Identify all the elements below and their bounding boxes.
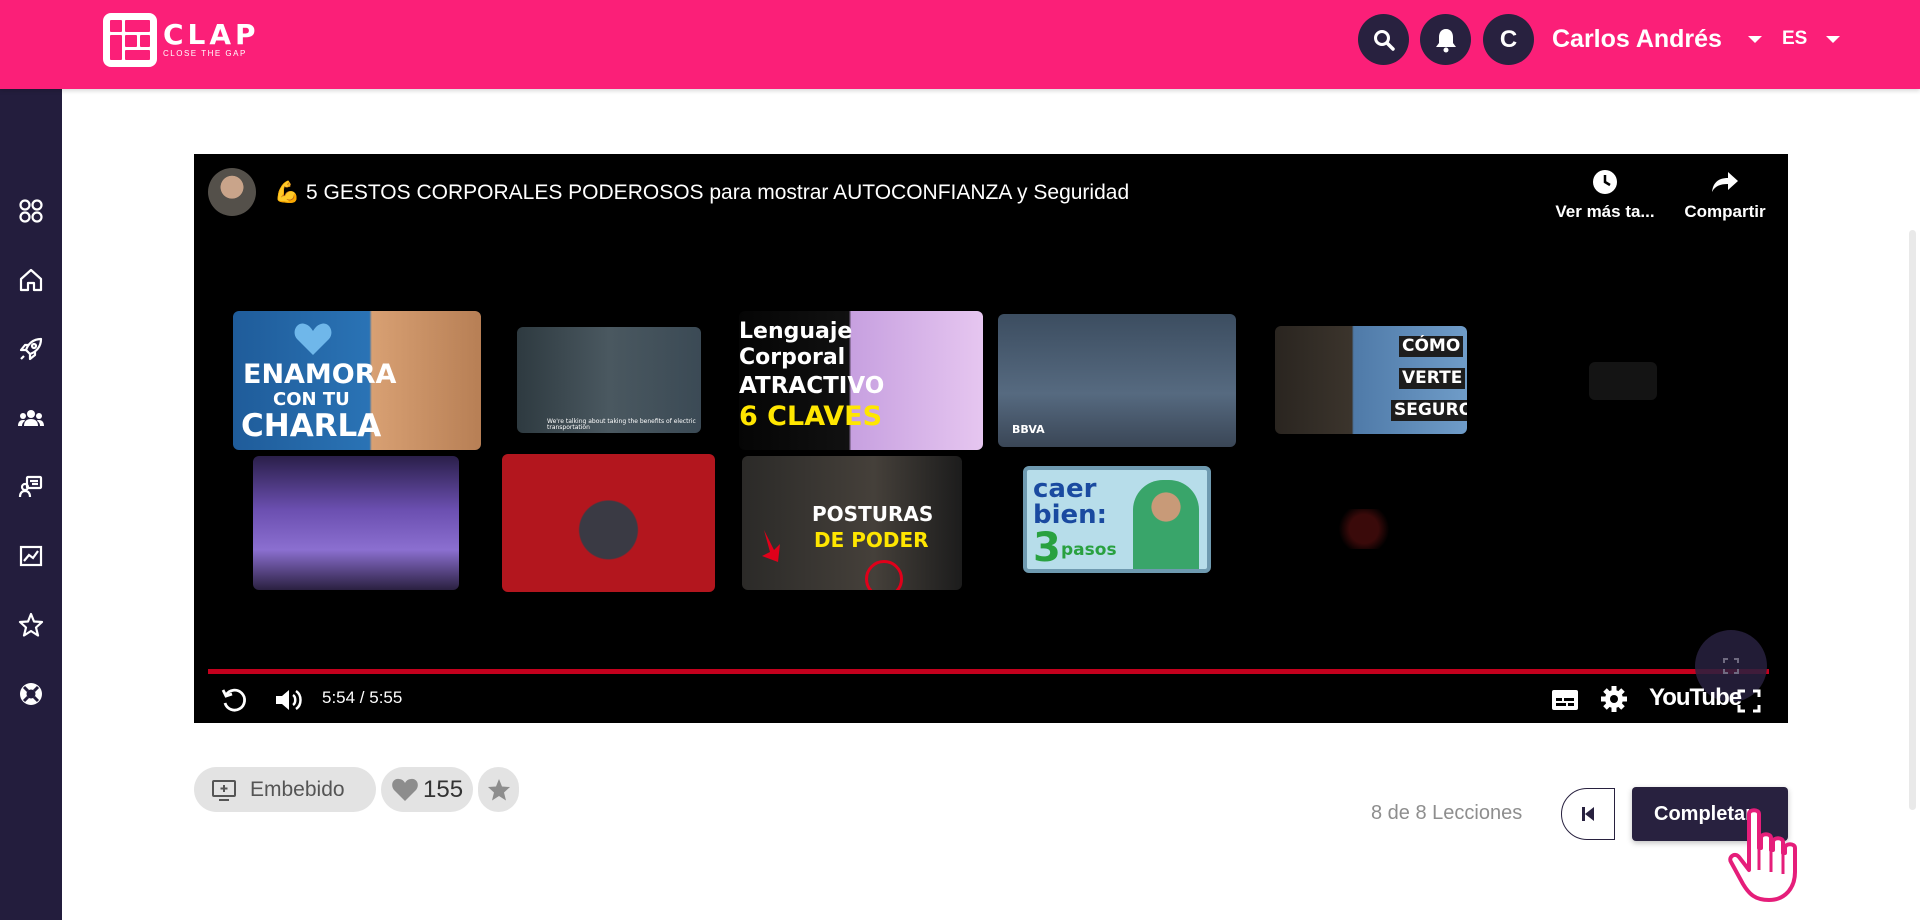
embed-icon [212, 779, 236, 801]
user-menu-chevron-down-icon[interactable] [1748, 36, 1762, 43]
logo-mark [103, 13, 157, 67]
scrollbar-thumb[interactable] [1909, 230, 1916, 810]
search-icon [1373, 29, 1395, 51]
video-time: 5:54 / 5:55 [322, 688, 403, 707]
reader-icon[interactable] [17, 473, 45, 501]
video-title[interactable]: 💪 5 GESTOS CORPORALES PODEROSOS para mos… [274, 181, 1129, 205]
fullscreen-button[interactable] [1737, 689, 1761, 718]
top-bar: CLAP CLOSE THE GAP C Carlos Andrés ES [0, 0, 1920, 89]
language-chevron-down-icon[interactable] [1826, 36, 1840, 43]
progress-bar[interactable] [208, 669, 1770, 674]
embed-button[interactable]: Embebido [194, 767, 376, 812]
language-selector[interactable]: ES [1782, 28, 1807, 50]
fullscreen-icon [1737, 689, 1761, 713]
star-icon [487, 778, 510, 800]
clock-icon [1593, 170, 1617, 194]
volume-button[interactable] [274, 686, 304, 719]
lesson-counter: 8 de 8 Lecciones [1371, 802, 1523, 824]
rocket-icon[interactable] [17, 335, 45, 363]
suggested-video-thumbnail[interactable] [253, 456, 459, 590]
previous-lesson-button[interactable] [1561, 788, 1615, 840]
replay-icon [221, 688, 246, 712]
suggested-video-thumbnail[interactable] [502, 454, 715, 592]
user-avatar[interactable]: C [1483, 14, 1534, 65]
favorite-button[interactable] [478, 767, 519, 812]
replay-button[interactable] [220, 686, 248, 719]
suggested-video-thumbnail[interactable]: ENAMORA CON TU CHARLA [233, 311, 481, 450]
support-icon[interactable] [17, 680, 45, 708]
hand-cursor-icon [1728, 808, 1797, 902]
suggested-video-thumbnail[interactable] [1334, 509, 1394, 549]
watch-later-button[interactable]: Ver más ta... [1550, 168, 1660, 222]
sidebar [0, 89, 62, 920]
logo-tagline: CLOSE THE GAP [163, 49, 247, 58]
groups-icon[interactable] [17, 404, 45, 432]
channel-avatar[interactable] [208, 168, 256, 216]
gear-icon [1601, 686, 1627, 712]
subtitles-icon [1552, 690, 1578, 710]
suggested-video-thumbnail[interactable] [1589, 362, 1657, 400]
apps-grid-icon[interactable] [17, 197, 45, 225]
star-icon[interactable] [17, 611, 45, 639]
heart-icon [392, 778, 418, 801]
suggested-video-thumbnail[interactable]: CÓMO VERTE SEGURO [1275, 326, 1467, 434]
settings-button[interactable] [1600, 685, 1628, 718]
volume-icon [276, 689, 302, 711]
share-button[interactable]: Compartir [1675, 168, 1775, 222]
like-button[interactable]: 155 [381, 767, 473, 812]
clap-logo[interactable]: CLAP CLOSE THE GAP [103, 13, 260, 67]
suggested-video-thumbnail[interactable]: Lenguaje Corporal ATRACTIVO 6 CLAVES [739, 311, 983, 450]
skip-previous-icon [1582, 807, 1594, 821]
embed-label: Embebido [250, 777, 345, 801]
analytics-icon[interactable] [17, 542, 45, 570]
youtube-logo[interactable]: YouTube [1649, 684, 1742, 712]
suggested-video-thumbnail[interactable]: We're talking about taking the benefits … [517, 327, 701, 433]
notifications-button[interactable] [1420, 14, 1471, 65]
subtitles-button[interactable] [1551, 689, 1579, 716]
search-button[interactable] [1358, 14, 1409, 65]
logo-name: CLAP [163, 18, 260, 51]
suggested-video-thumbnail[interactable]: BBVA [998, 314, 1236, 447]
bell-icon [1435, 28, 1456, 52]
home-icon[interactable] [17, 266, 45, 294]
video-player[interactable]: 💪 5 GESTOS CORPORALES PODEROSOS para mos… [194, 154, 1788, 723]
like-count: 155 [423, 775, 464, 803]
share-label: Compartir [1684, 202, 1766, 221]
watch-later-label: Ver más ta... [1555, 202, 1655, 221]
suggested-video-thumbnail[interactable]: POSTURAS DE PODER [742, 456, 962, 590]
user-name[interactable]: Carlos Andrés [1552, 24, 1722, 54]
share-arrow-icon [1712, 172, 1738, 192]
suggested-video-thumbnail[interactable]: caer bien: 3 pasos [1023, 466, 1211, 573]
